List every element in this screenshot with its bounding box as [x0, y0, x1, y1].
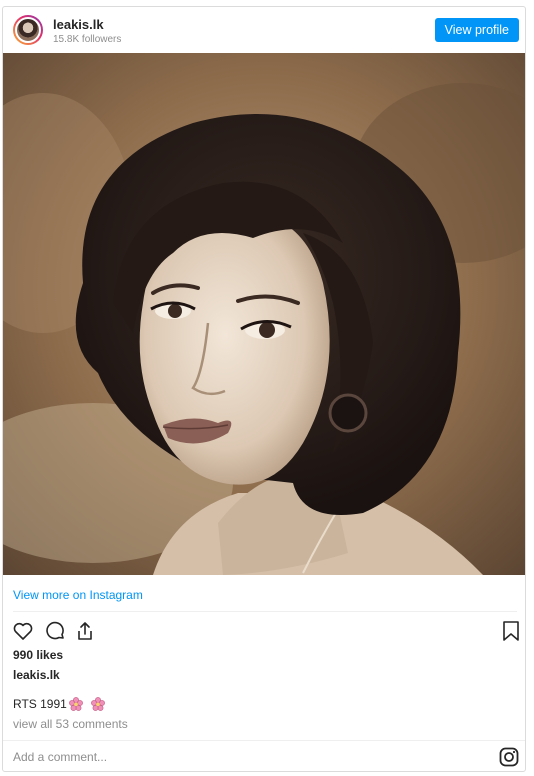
add-comment-input[interactable]: [11, 747, 485, 767]
caption-text: RTS 1991: [13, 697, 67, 711]
caption: RTS 1991: [13, 697, 105, 714]
heart-icon[interactable]: [11, 619, 35, 643]
portrait-photo: [3, 53, 525, 575]
caption-username[interactable]: leakis.lk: [13, 668, 60, 682]
bookmark-icon[interactable]: [499, 619, 523, 643]
like-count[interactable]: 990 likes: [13, 648, 63, 662]
instagram-embed-card: leakis.lk 15.8K followers View profile V…: [2, 6, 526, 772]
action-bar: [11, 619, 521, 643]
divider: [3, 740, 525, 741]
comment-icon[interactable]: [43, 619, 67, 643]
divider: [13, 611, 517, 612]
avatar[interactable]: [13, 15, 43, 45]
username[interactable]: leakis.lk: [53, 17, 104, 32]
flower-emoji-icon: [68, 697, 83, 714]
instagram-logo-icon[interactable]: [499, 747, 519, 767]
view-more-on-instagram-link[interactable]: View more on Instagram: [13, 588, 143, 602]
follower-count: 15.8K followers: [53, 34, 122, 45]
post-header: leakis.lk 15.8K followers View profile: [3, 7, 525, 53]
post-photo[interactable]: [3, 53, 525, 575]
view-profile-button[interactable]: View profile: [434, 18, 519, 42]
flower-emoji-icon: [90, 697, 105, 714]
share-icon[interactable]: [73, 619, 97, 643]
view-all-comments-link[interactable]: view all 53 comments: [13, 717, 128, 731]
